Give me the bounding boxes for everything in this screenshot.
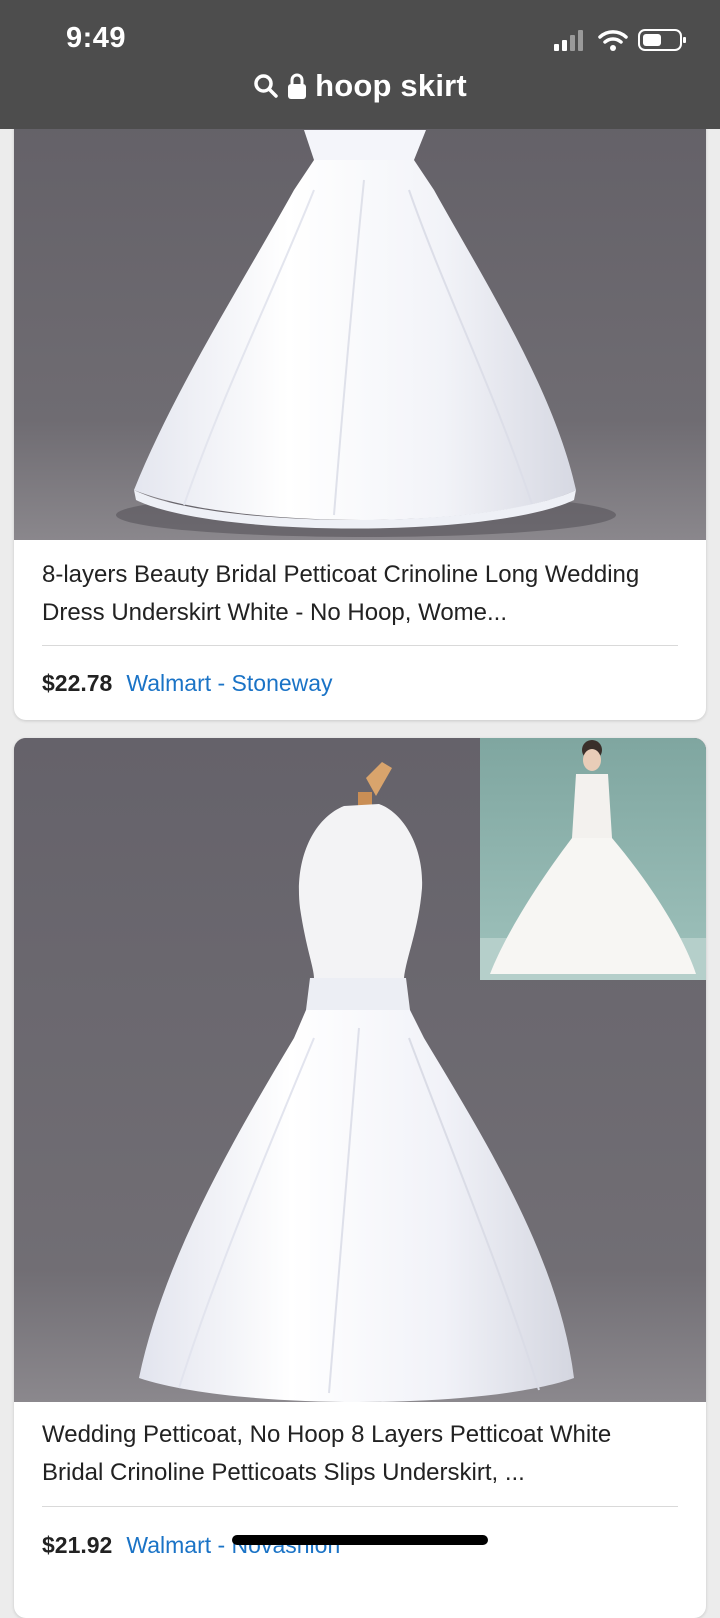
- status-icons: [554, 26, 686, 54]
- url-bar[interactable]: hoop skirt: [0, 64, 720, 108]
- result-card[interactable]: 8-layers Beauty Bridal Petticoat Crinoli…: [14, 60, 706, 720]
- browser-top-bar: 9:49 hoop skirt: [0, 0, 720, 129]
- search-icon: [254, 74, 278, 98]
- lock-icon: [288, 73, 307, 99]
- divider: [42, 645, 678, 646]
- result-card[interactable]: Wedding Petticoat, No Hoop 8 Layers Pett…: [14, 738, 706, 1618]
- product-image[interactable]: [14, 60, 706, 540]
- price: $21.92: [42, 1532, 113, 1558]
- divider: [42, 1506, 678, 1507]
- home-indicator[interactable]: [232, 1535, 488, 1545]
- url-text[interactable]: hoop skirt: [315, 68, 467, 104]
- result-title[interactable]: Wedding Petticoat, No Hoop 8 Layers Pett…: [42, 1416, 678, 1492]
- price: $22.78: [42, 670, 113, 696]
- seller-link[interactable]: Walmart - Stoneway: [126, 670, 332, 697]
- battery-icon: [638, 29, 686, 51]
- product-image[interactable]: [14, 738, 706, 1402]
- wifi-icon: [598, 30, 628, 51]
- signal-icon: [554, 30, 583, 51]
- price-row: $22.78 Walmart - Stoneway: [42, 670, 333, 697]
- result-title[interactable]: 8-layers Beauty Bridal Petticoat Crinoli…: [42, 556, 678, 632]
- status-time: 9:49: [66, 22, 127, 54]
